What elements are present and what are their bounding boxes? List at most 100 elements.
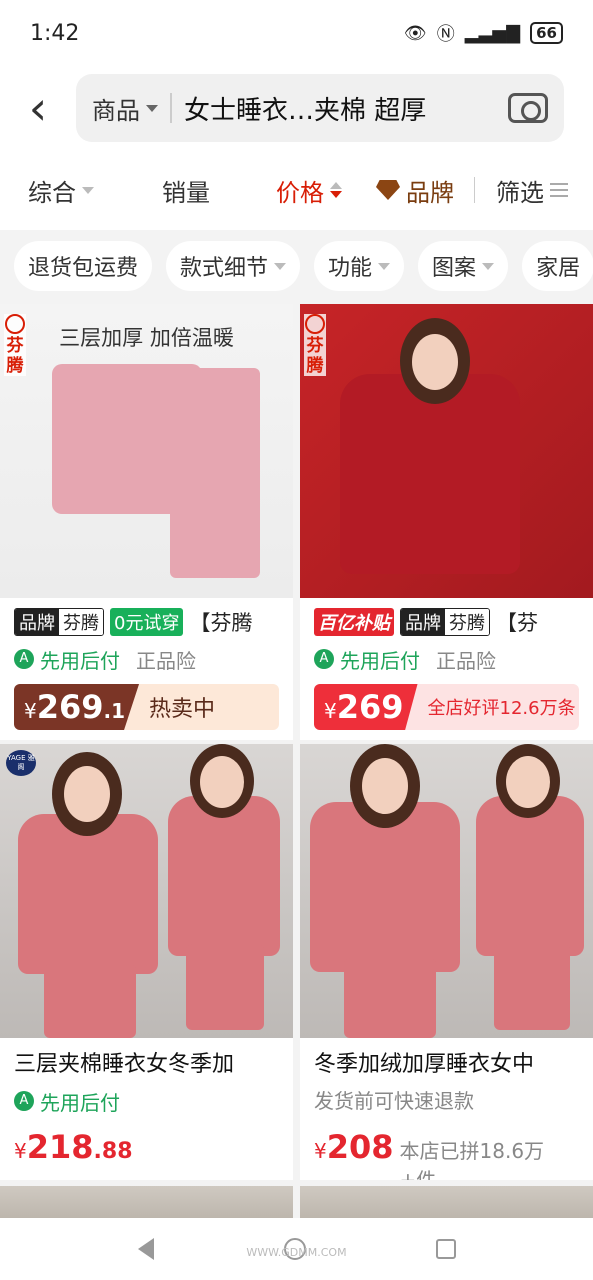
caret-down-icon <box>146 104 158 112</box>
price: ¥ 208 本店已拼18.6万+件 <box>314 1128 579 1180</box>
brand-badge: 芬腾 <box>304 314 326 376</box>
brand-tag-name: 芬腾 <box>445 609 489 635</box>
camera-icon[interactable] <box>508 93 548 123</box>
tab-sales[interactable]: 销量 <box>162 173 210 208</box>
image-caption: 三层加厚 加倍温暖 <box>59 326 234 350</box>
tab-separator <box>474 177 475 203</box>
watermark: WWW.GDMM.COM <box>246 1246 347 1259</box>
next-product-image-peek[interactable] <box>300 1186 593 1218</box>
price-decimal: .1 <box>103 699 126 723</box>
model-face-shape <box>506 756 550 808</box>
pants-shape <box>170 368 260 578</box>
pants-shape <box>494 944 570 1030</box>
tags-title-line: 百亿补贴 品牌 芬腾 【芬 <box>314 606 579 638</box>
caret-down-icon <box>274 262 287 270</box>
banner-text: 全店好评12.6万条 <box>427 698 576 719</box>
tab-label: 价格 <box>276 178 324 207</box>
product-image[interactable]: 芬腾 <box>300 304 593 598</box>
chip-label: 款式细节 <box>180 256 269 281</box>
sort-arrows-icon <box>330 182 342 198</box>
brand-badge-text: 芬腾 <box>6 336 24 376</box>
chip-home[interactable]: 家居 <box>522 241 593 291</box>
product-title: 三层夹棉睡衣女冬季加 <box>14 1052 235 1077</box>
chip-label: 图案 <box>432 256 477 281</box>
pants-shape <box>344 958 436 1038</box>
product-title: 【芬腾 <box>189 611 253 635</box>
model-shape <box>476 796 584 956</box>
caret-down-icon <box>482 262 495 270</box>
diamond-icon <box>376 180 400 200</box>
brand-tag-label: 品牌 <box>15 609 59 635</box>
product-card[interactable]: 冬季加绒加厚睡衣女中 发货前可快速退款 ¥ 208 本店已拼18.6万+件 <box>300 744 593 1180</box>
free-trial-tag: 0元试穿 <box>110 608 184 636</box>
caret-down-icon <box>82 186 94 194</box>
tab-price[interactable]: 价格 <box>276 173 342 208</box>
pay-later-label: 先用后付 <box>340 648 420 673</box>
product-card[interactable]: 三层加厚 加倍温暖 芬腾 品牌 芬腾 0元试穿 【芬腾 A 先用后付 正品险 ¥ … <box>0 304 293 740</box>
pay-later-icon: A <box>314 649 334 669</box>
pay-later-icon: A <box>14 1091 34 1111</box>
price-integer: 218 <box>26 1128 94 1166</box>
tab-label: 销量 <box>162 178 210 207</box>
filter-chips: 退货包运费 款式细节 功能 图案 家居 <box>0 230 593 302</box>
caret-down-icon <box>378 262 391 270</box>
pay-later-label: 先用后付 <box>40 648 120 673</box>
sales-count: 本店已拼18.6万+件 <box>399 1139 545 1180</box>
price-integer: 208 <box>326 1128 394 1166</box>
status-bar: 1:42 👁 Ⓝ ▂▃▅▇ 66 <box>0 0 593 66</box>
filter-icon <box>550 183 568 197</box>
pay-later-label: 先用后付 <box>40 1090 120 1115</box>
search-box[interactable]: 商品 女士睡衣…夹棉 超厚 <box>76 74 564 142</box>
chip-pattern[interactable]: 图案 <box>418 241 509 291</box>
chip-label: 功能 <box>328 256 373 281</box>
status-time: 1:42 <box>30 20 80 46</box>
product-card[interactable]: 芬腾 百亿补贴 品牌 芬腾 【芬 A 先用后付 正品险 ¥ 269 全店好评12.… <box>300 304 593 740</box>
price-currency: ¥ <box>24 699 37 723</box>
price-currency: ¥ <box>324 699 337 723</box>
model-shape <box>168 796 280 956</box>
price: ¥ 269 <box>314 684 418 730</box>
tab-filter[interactable]: 筛选 <box>496 173 568 208</box>
chevron-left-icon: ‹ <box>28 81 48 135</box>
nfc-icon: Ⓝ <box>436 24 455 45</box>
search-input[interactable]: 女士睡衣…夹棉 超厚 <box>184 90 508 127</box>
price: ¥ 218 .88 <box>14 1128 279 1166</box>
pants-shape <box>186 944 264 1030</box>
next-product-image-peek[interactable] <box>0 1186 293 1218</box>
banner-text: 热卖中 <box>149 697 216 722</box>
tab-label: 品牌 <box>406 178 454 207</box>
chip-free-return-shipping[interactable]: 退货包运费 <box>14 241 153 291</box>
product-subtitle: 发货前可快速退款 <box>314 1089 474 1113</box>
search-header: ‹ 商品 女士睡衣…夹棉 超厚 <box>0 66 593 150</box>
signal-icon: ▂▃▅▇ <box>464 22 521 44</box>
price-banner: ¥ 269 .1 热卖中 <box>14 684 279 730</box>
price-integer: 269 <box>36 688 104 726</box>
pay-later-line: A 先用后付 <box>14 1084 279 1118</box>
sort-tabs: 综合 销量 价格 品牌 筛选 <box>0 150 593 230</box>
model-face-shape <box>362 758 408 814</box>
product-card[interactable]: YAGE 雅阁 三层夹棉睡衣女冬季加 A 先用后付 ¥ 218 .88 <box>0 744 293 1180</box>
tab-brand[interactable]: 品牌 <box>376 173 454 208</box>
product-image[interactable] <box>300 744 593 1038</box>
back-button[interactable]: ‹ <box>0 66 76 150</box>
search-scope-dropdown[interactable]: 商品 <box>92 91 158 126</box>
brand-badge-text: 芬腾 <box>306 336 324 376</box>
chip-label: 退货包运费 <box>28 256 139 281</box>
model-face-shape <box>64 766 110 822</box>
price-currency: ¥ <box>14 1139 27 1163</box>
authenticity-insurance: 正品险 <box>436 648 496 673</box>
chip-function[interactable]: 功能 <box>314 241 405 291</box>
brand-tag-name: 芬腾 <box>59 609 103 635</box>
product-image[interactable]: 三层加厚 加倍温暖 芬腾 <box>0 304 293 598</box>
chip-label: 家居 <box>536 256 581 281</box>
fenteng-logo-icon <box>5 314 25 334</box>
product-title: 【芬 <box>496 611 538 635</box>
price-decimal: .88 <box>93 1139 133 1164</box>
brand-tag: 品牌 芬腾 <box>14 608 104 636</box>
tab-comprehensive[interactable]: 综合 <box>28 173 94 208</box>
product-title: 冬季加绒加厚睡衣女中 <box>314 1052 535 1077</box>
chip-style-details[interactable]: 款式细节 <box>166 241 301 291</box>
product-image[interactable]: YAGE 雅阁 <box>0 744 293 1038</box>
price-integer: 269 <box>336 688 404 726</box>
subsidy-tag: 百亿补贴 <box>314 608 394 636</box>
